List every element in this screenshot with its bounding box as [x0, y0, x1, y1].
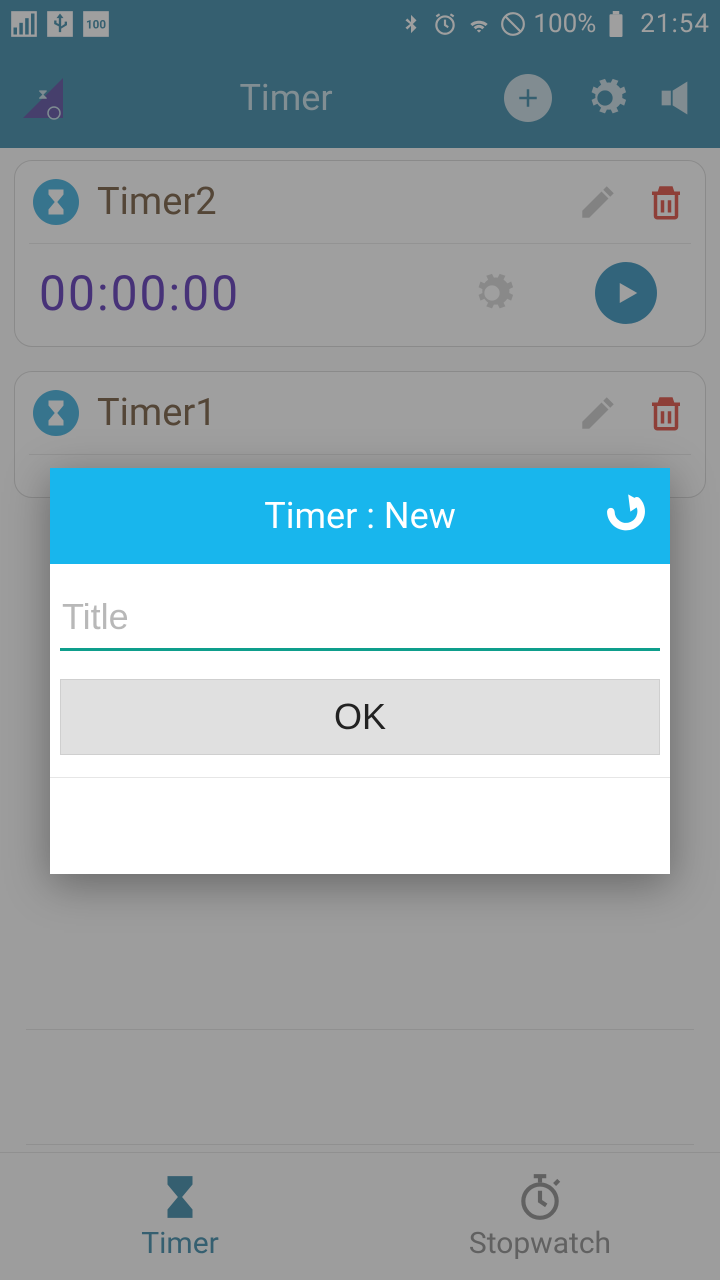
back-button[interactable]	[600, 490, 652, 542]
dialog-spacer	[50, 778, 670, 874]
dialog-title: Timer : New	[264, 495, 456, 537]
modal-overlay[interactable]: Timer : New OK	[0, 0, 720, 1280]
new-timer-dialog: Timer : New OK	[50, 468, 670, 874]
title-input[interactable]	[60, 590, 660, 651]
dialog-header: Timer : New	[50, 468, 670, 564]
ok-button[interactable]: OK	[60, 679, 660, 755]
